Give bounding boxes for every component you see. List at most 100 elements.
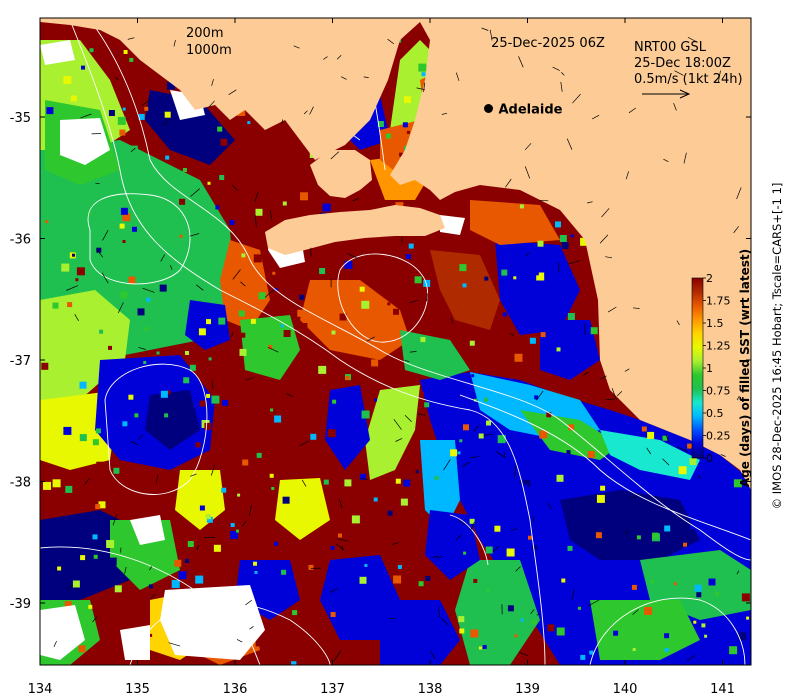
map-plot-area: [40, 18, 751, 665]
isobath-legend-200m: 200m: [186, 26, 223, 41]
sst-pixel: [567, 545, 573, 551]
sst-pixel: [424, 402, 430, 408]
sst-pixel: [532, 545, 538, 551]
sst-pixel: [179, 198, 186, 205]
sst-pixel: [577, 606, 581, 610]
sst-pixel: [556, 627, 565, 636]
sst-pixel: [106, 540, 115, 548]
sst-pixel: [613, 630, 619, 636]
sst-pixel: [434, 476, 439, 480]
sst-pixel: [387, 302, 391, 306]
sst-pixel: [393, 613, 397, 617]
sst-pixel: [299, 294, 305, 300]
colorbar-tick-label: 2: [706, 272, 713, 285]
sst-pixel: [544, 271, 550, 277]
sst-pixel: [701, 623, 706, 628]
sst-pixel: [338, 533, 342, 538]
sst-pixel: [178, 571, 187, 580]
colorbar-label: Age (days) of filled SST (wrt latest): [738, 249, 752, 487]
sst-pixel: [215, 205, 220, 210]
sst-pixel: [45, 220, 49, 224]
sst-pixel: [418, 63, 427, 72]
sst-pixel: [56, 67, 61, 72]
sst-pixel: [458, 616, 465, 623]
sst-age-map-figure: 134 135 136 137 138 139 140 141 -35 -36 -37 -38 -39…: [10, 17, 784, 697]
sst-pixel: [258, 292, 266, 300]
sst-pixel: [95, 504, 101, 510]
sst-pixel: [89, 48, 94, 53]
sst-pixel: [559, 235, 567, 242]
sst-pixel: [319, 268, 326, 274]
sst-pixel: [450, 449, 458, 457]
sst-pixel: [393, 575, 402, 584]
sst-pixel: [205, 514, 211, 520]
sst-pixel: [323, 479, 329, 485]
sst-pixel: [359, 576, 367, 584]
sst-pixel: [238, 310, 245, 317]
sst-pixel: [300, 192, 308, 201]
sst-pixel: [156, 351, 160, 355]
colorbar-tick-label: 1.75: [706, 295, 731, 308]
colorbar-tick-label: 1: [706, 362, 713, 375]
sst-pixel: [459, 628, 465, 634]
sst-pixel: [395, 478, 401, 484]
sst-pixel: [364, 509, 373, 518]
colorbar-tick-label: 0.25: [706, 430, 731, 443]
sst-pixel: [501, 269, 508, 276]
colorbar-tick-label: 0.75: [706, 385, 731, 398]
sst-pixel: [282, 496, 290, 504]
sst-pixel: [631, 584, 637, 590]
sst-pixel: [41, 84, 47, 90]
product-line-2: 25-Dec 18:00Z: [634, 56, 731, 71]
sst-pixel: [219, 175, 225, 180]
sst-pixel: [459, 439, 463, 443]
sst-pixel: [632, 648, 636, 651]
sst-pixel: [281, 569, 287, 575]
sst-pixel: [174, 559, 182, 567]
sst-pixel: [195, 442, 201, 448]
sst-pixel: [61, 263, 70, 272]
sst-pixel: [694, 584, 702, 592]
x-tick-label: 136: [223, 682, 248, 697]
sst-pixel: [368, 240, 373, 245]
sst-pixel: [41, 362, 49, 370]
sst-pixel: [580, 654, 586, 660]
x-tick-label: 140: [613, 682, 638, 697]
sst-pixel: [471, 374, 475, 378]
sst-pixel: [463, 424, 469, 431]
sst-pixel: [420, 337, 426, 343]
sst-pixel: [459, 264, 467, 272]
sst-pixel: [519, 204, 524, 209]
sst-pixel: [81, 65, 85, 70]
sst-pixel: [696, 592, 702, 598]
sst-pixel: [179, 234, 183, 238]
sst-pixel: [242, 459, 249, 466]
y-tick-label: -35: [10, 111, 31, 126]
sst-pixel: [122, 421, 128, 427]
missing-data-patch: [160, 585, 265, 660]
sst-pixel: [344, 479, 352, 487]
sst-pixel: [43, 481, 51, 490]
sst-pixel: [556, 474, 564, 482]
sst-pixel: [120, 291, 128, 299]
sst-pixel: [78, 645, 86, 653]
sst-pixel: [330, 545, 335, 550]
isobath-legend-1000m: 1000m: [186, 43, 232, 58]
sst-pixel: [88, 604, 93, 609]
sst-pixel: [108, 110, 115, 116]
sst-pixel: [514, 353, 523, 362]
sst-pixel: [72, 580, 80, 588]
sst-pixel: [195, 575, 204, 584]
sst-pixel: [469, 340, 475, 346]
sst-pixel: [143, 361, 147, 364]
sst-pixel: [361, 300, 370, 309]
sst-pixel: [371, 359, 379, 367]
sst-pixel: [63, 426, 72, 435]
sst-pixel: [359, 286, 365, 292]
sst-pixel: [570, 234, 574, 238]
sst-pixel: [198, 328, 206, 336]
sst-pixel: [241, 253, 246, 258]
sst-pixel: [402, 122, 408, 128]
sst-pixel: [129, 57, 134, 62]
sst-pixel: [52, 479, 61, 488]
